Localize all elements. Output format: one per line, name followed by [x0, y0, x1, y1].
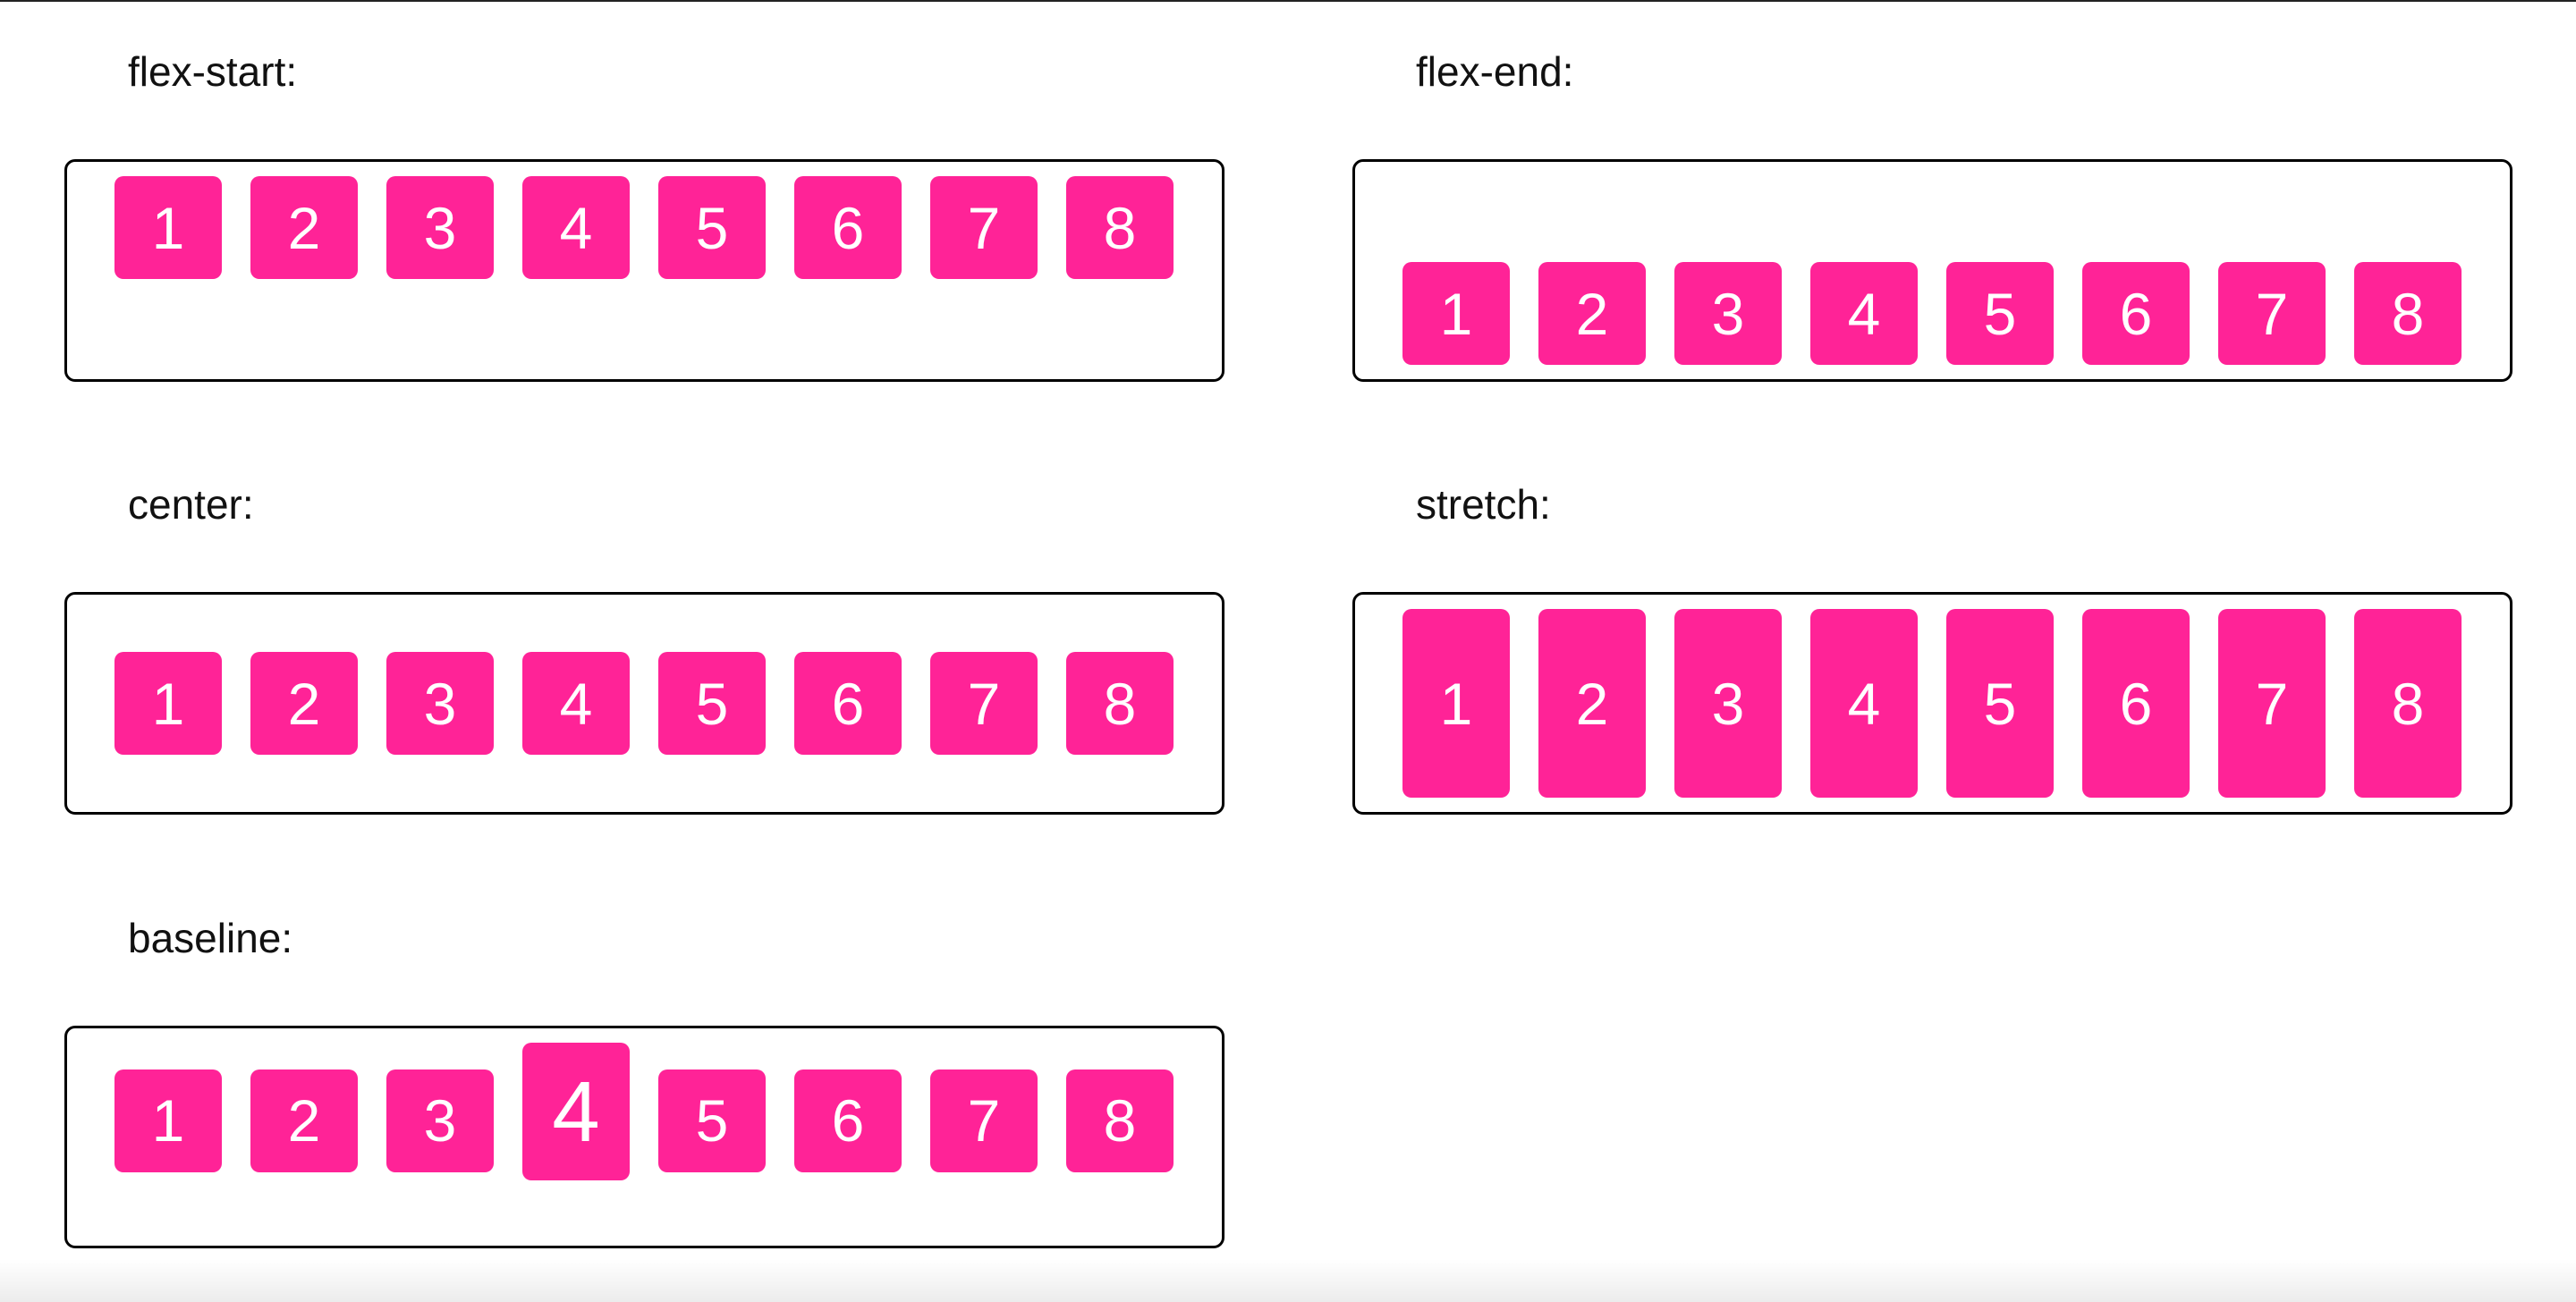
flex-item: 1 [114, 652, 222, 755]
flex-item: 7 [930, 176, 1038, 279]
flex-item: 5 [658, 1070, 766, 1172]
flex-item: 2 [250, 1070, 358, 1172]
flex-item: 1 [1402, 609, 1510, 798]
flex-item: 5 [1946, 609, 2054, 798]
flex-container: 1 2 3 4 5 6 7 8 [1352, 159, 2512, 382]
flex-item: 6 [794, 1070, 902, 1172]
flex-item: 3 [1674, 609, 1782, 798]
flex-item: 4 [1810, 609, 1918, 798]
flex-item: 2 [250, 652, 358, 755]
flex-item: 3 [386, 652, 494, 755]
flex-item: 7 [930, 1070, 1038, 1172]
flex-item: 2 [250, 176, 358, 279]
flex-item: 4 [522, 176, 630, 279]
flex-item: 2 [1538, 262, 1646, 365]
flex-item: 6 [2082, 609, 2190, 798]
flex-item: 8 [2354, 262, 2462, 365]
flex-item: 7 [2218, 262, 2326, 365]
flex-container: 1 2 3 4 5 6 7 8 [64, 1026, 1224, 1248]
panel-title: center: [128, 481, 254, 528]
flex-item: 4 [522, 652, 630, 755]
flex-item: 1 [114, 1070, 222, 1172]
flex-item: 1 [114, 176, 222, 279]
flex-item: 5 [658, 652, 766, 755]
flex-item: 6 [794, 176, 902, 279]
flex-item: 8 [1066, 1070, 1174, 1172]
flex-item: 6 [794, 652, 902, 755]
flex-item: 3 [1674, 262, 1782, 365]
flex-item: 8 [1066, 652, 1174, 755]
flex-item: 5 [658, 176, 766, 279]
flex-item: 5 [1946, 262, 2054, 365]
flex-item: 7 [2218, 609, 2326, 798]
window-top-border [0, 0, 2576, 2]
panel-title: stretch: [1416, 481, 1551, 528]
flex-container: 1 2 3 4 5 6 7 8 [1352, 592, 2512, 815]
flex-item: 8 [2354, 609, 2462, 798]
flex-item: 6 [2082, 262, 2190, 365]
window-bottom-shadow [0, 1259, 2576, 1302]
panel-title: baseline: [128, 915, 293, 961]
flex-item: 8 [1066, 176, 1174, 279]
flex-item: 3 [386, 1070, 494, 1172]
flex-container: 1 2 3 4 5 6 7 8 [64, 592, 1224, 815]
flex-container: 1 2 3 4 5 6 7 8 [64, 159, 1224, 382]
flex-item: 1 [1402, 262, 1510, 365]
flex-item: 7 [930, 652, 1038, 755]
flex-item: 4 [1810, 262, 1918, 365]
panel-title: flex-start: [128, 48, 298, 95]
flex-item: 2 [1538, 609, 1646, 798]
flex-item-large: 4 [522, 1043, 630, 1180]
panel-title: flex-end: [1416, 48, 1574, 95]
flex-item: 3 [386, 176, 494, 279]
